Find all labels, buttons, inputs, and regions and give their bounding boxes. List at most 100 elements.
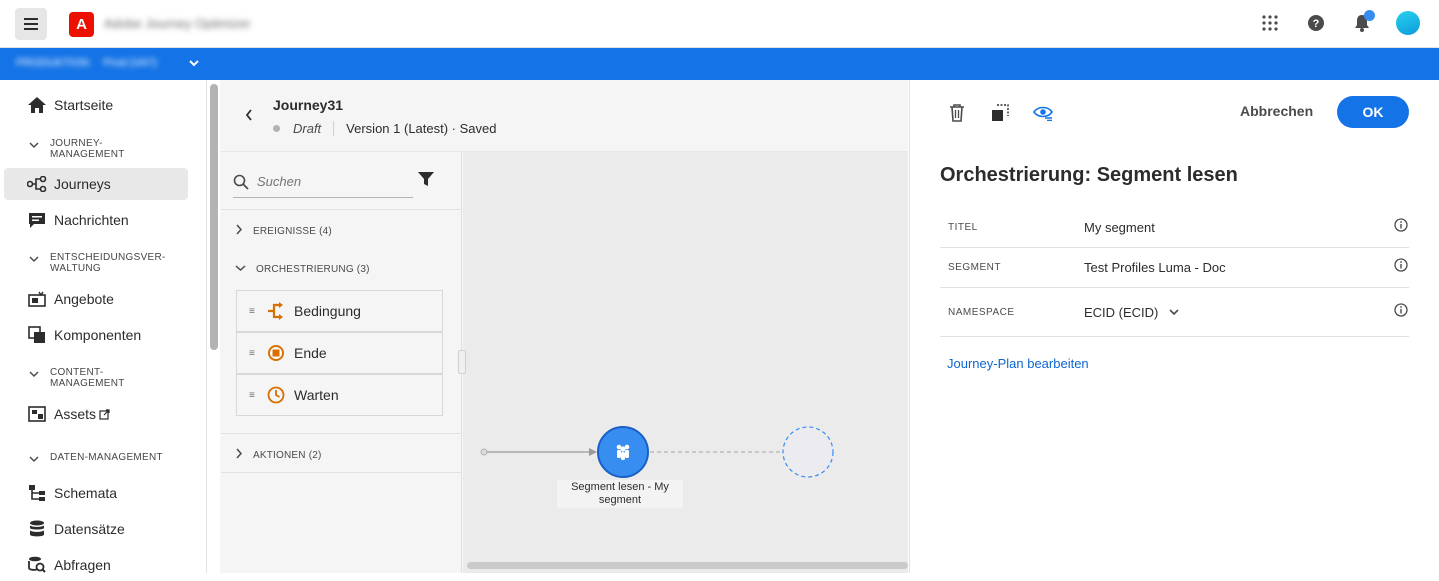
canvas-horizontal-scrollbar[interactable] xyxy=(467,562,908,569)
duplicate-icon[interactable] xyxy=(989,102,1011,124)
segment-field[interactable]: Test Profiles Luma - Doc xyxy=(1084,260,1226,275)
back-chevron-icon[interactable] xyxy=(244,108,254,127)
apps-grid-icon[interactable] xyxy=(1257,10,1283,36)
bell-icon[interactable] xyxy=(1349,10,1375,36)
chevron-down-icon xyxy=(28,368,42,389)
section-journey-management[interactable]: JOURNEY- MANAGEMENT xyxy=(28,138,125,160)
status-label: Draft xyxy=(293,121,335,136)
journey-header: Journey31 Draft Version 1 (Latest) · Sav… xyxy=(220,80,908,152)
section-content-management[interactable]: CONTENT- MANAGEMENT xyxy=(28,367,125,389)
sidebar-item-assets[interactable]: Assets xyxy=(4,398,188,430)
ok-button[interactable]: OK xyxy=(1337,96,1409,128)
palette-group-orchestration[interactable]: ORCHESTRIERUNG (3) xyxy=(235,264,370,275)
title-field[interactable]: My segment xyxy=(1084,220,1155,235)
search-input[interactable] xyxy=(257,174,397,189)
palette-search[interactable] xyxy=(233,166,413,198)
journey-status: Draft Version 1 (Latest) · Saved xyxy=(273,121,496,136)
sidebar-item-offers[interactable]: Angebote xyxy=(4,283,188,315)
svg-text:?: ? xyxy=(1313,18,1320,30)
prop-row-title: TITEL My segment xyxy=(940,208,1409,248)
chevron-down-icon xyxy=(28,253,42,274)
sidebar-item-label: Schemata xyxy=(54,485,118,501)
sidebar-item-home[interactable]: Startseite xyxy=(4,89,188,121)
edit-journey-plan-link[interactable]: Journey-Plan bearbeiten xyxy=(947,356,1089,371)
sidebar-item-journeys[interactable]: Journeys xyxy=(4,168,188,200)
offers-icon xyxy=(27,289,47,309)
filter-icon[interactable] xyxy=(417,170,435,193)
org-bar: PRODUKTION Prod (VA7) xyxy=(0,48,1439,80)
sandbox-name[interactable]: Prod (VA7) xyxy=(103,57,157,69)
section-data-management[interactable]: DATEN-MANAGEMENT xyxy=(28,452,163,468)
info-icon[interactable] xyxy=(1394,302,1408,322)
chevron-down-icon xyxy=(1168,308,1180,316)
view-icon[interactable] xyxy=(1032,102,1054,124)
palette-item-end[interactable]: ≡ Ende xyxy=(236,332,443,374)
drag-handle-icon[interactable]: ≡ xyxy=(249,348,255,359)
home-icon xyxy=(27,95,47,115)
cancel-button[interactable]: Abbrechen xyxy=(1240,103,1313,119)
delete-icon[interactable] xyxy=(946,102,968,124)
node-label: Segment lesen - My segment xyxy=(557,480,683,508)
clock-icon xyxy=(267,386,285,404)
sidebar-item-queries[interactable]: Abfragen xyxy=(4,549,188,581)
prop-label: TITEL xyxy=(948,222,978,233)
sidebar-item-messages[interactable]: Nachrichten xyxy=(4,204,188,236)
prop-label: NAMESPACE xyxy=(948,306,1015,318)
drag-handle-icon[interactable]: ≡ xyxy=(249,390,255,401)
sidebar-item-components[interactable]: Komponenten xyxy=(4,319,188,351)
help-icon[interactable]: ? xyxy=(1303,10,1329,36)
sidebar-item-label: Journeys xyxy=(54,176,111,192)
org-name[interactable]: PRODUKTION xyxy=(16,57,89,69)
chevron-right-icon xyxy=(235,224,243,238)
sidebar-item-label: Datensätze xyxy=(54,521,125,537)
connector-arrow xyxy=(589,448,597,456)
info-icon[interactable] xyxy=(1394,218,1408,237)
divider xyxy=(221,433,462,434)
read-segment-node[interactable] xyxy=(597,426,649,478)
panel-resize-handle[interactable] xyxy=(458,350,466,374)
chevron-down-icon[interactable] xyxy=(187,56,201,75)
sidebar-item-label: Abfragen xyxy=(54,557,111,573)
status-dot xyxy=(273,125,280,132)
journey-title: Journey31 xyxy=(273,97,344,113)
palette-group-actions[interactable]: AKTIONEN (2) xyxy=(235,448,322,462)
palette-item-wait[interactable]: ≡ Warten xyxy=(236,374,443,416)
journey-canvas[interactable]: Segment lesen - My segment xyxy=(463,152,908,573)
activity-palette: EREIGNISSE (4) ORCHESTRIERUNG (3) ≡ Bedi… xyxy=(221,152,462,573)
canvas-graph xyxy=(480,426,834,478)
prop-label: SEGMENT xyxy=(948,262,1001,273)
adobe-logo[interactable]: A xyxy=(69,12,94,37)
prop-row-segment: SEGMENT Test Profiles Luma - Doc xyxy=(940,248,1409,288)
sidebar-item-schemas[interactable]: Schemata xyxy=(4,477,188,509)
divider xyxy=(221,209,462,210)
avatar[interactable] xyxy=(1395,10,1421,36)
assets-icon xyxy=(27,404,47,424)
app-name: Adobe Journey Optimizer xyxy=(104,16,251,31)
chevron-down-icon xyxy=(28,453,42,468)
sidebar-item-label: Startseite xyxy=(54,97,114,113)
drag-handle-icon[interactable]: ≡ xyxy=(249,306,255,317)
chevron-down-icon xyxy=(28,139,42,160)
query-icon xyxy=(27,555,47,575)
info-icon[interactable] xyxy=(1394,258,1408,277)
section-decision-management[interactable]: ENTSCHEIDUNGSVER- WALTUNG xyxy=(28,252,166,274)
schema-icon xyxy=(27,483,47,503)
sidebar-item-datasets[interactable]: Datensätze xyxy=(4,513,188,545)
end-icon xyxy=(267,344,285,362)
menu-icon[interactable] xyxy=(15,8,47,40)
namespace-dropdown[interactable]: ECID (ECID) xyxy=(1084,305,1180,320)
notification-badge xyxy=(1364,10,1375,21)
sidebar-item-label: Angebote xyxy=(54,291,114,307)
database-icon xyxy=(27,519,47,539)
version-label: Version 1 (Latest) · Saved xyxy=(346,121,497,136)
start-point xyxy=(480,448,488,456)
palette-item-condition[interactable]: ≡ Bedingung xyxy=(236,290,443,332)
segment-icon xyxy=(614,444,632,460)
divider xyxy=(221,472,462,473)
journey-icon xyxy=(27,174,47,194)
condition-icon xyxy=(267,302,285,320)
sidebar-scrollbar[interactable] xyxy=(210,84,218,350)
palette-group-events[interactable]: EREIGNISSE (4) xyxy=(235,224,332,238)
placeholder-node[interactable] xyxy=(782,426,834,478)
search-icon xyxy=(233,174,249,190)
